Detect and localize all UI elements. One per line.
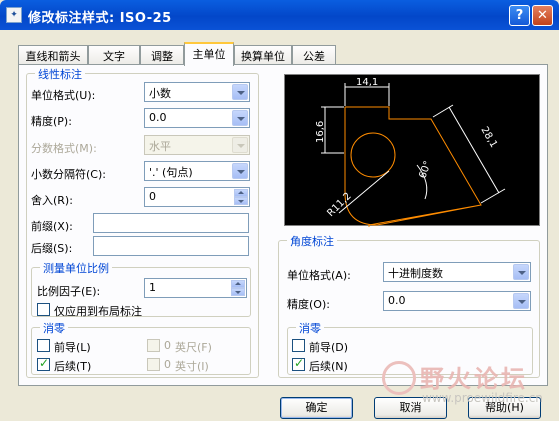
round-off-label: 舍入(R): — [31, 194, 73, 207]
ok-button[interactable]: 确定 — [280, 397, 353, 419]
linear-group-title: 线性标注 — [35, 66, 85, 82]
prefix-input[interactable] — [93, 213, 249, 233]
tab-text[interactable]: 文字 — [88, 45, 140, 65]
angular-precision-label: 精度(O): — [287, 298, 330, 311]
scale-group-title: 测量单位比例 — [40, 260, 112, 276]
spin-down-icon[interactable] — [231, 288, 245, 296]
tab-primary-units[interactable]: 主单位 — [184, 42, 234, 66]
zero-angular-title: 消零 — [296, 320, 324, 336]
app-icon: ✦ — [6, 7, 22, 23]
dim-left-text: 16,6 — [315, 121, 326, 143]
angular-unit-format-select[interactable]: 十进制度数 — [383, 262, 531, 282]
scale-factor-input[interactable]: 1 — [144, 278, 247, 298]
angular-group-title: 角度标注 — [287, 233, 337, 249]
prefix-label: 前缀(X): — [31, 220, 73, 233]
leading-zero-checkbox[interactable] — [37, 339, 50, 352]
fraction-format-select: 水平 — [144, 135, 250, 155]
chevron-down-icon[interactable] — [513, 293, 529, 309]
fraction-format-label: 分数格式(M): — [31, 142, 97, 155]
feet-checkbox — [147, 339, 160, 352]
spin-down-icon[interactable] — [234, 197, 248, 205]
dim-top-text: 14,1 — [356, 77, 378, 88]
tab-tolerances[interactable]: 公差 — [292, 45, 336, 65]
decimal-separator-label: 小数分隔符(C): — [31, 168, 106, 181]
feet-label: 英尺(F) — [175, 341, 212, 354]
dim-ext-line — [432, 104, 454, 118]
layout-only-checkbox[interactable] — [37, 303, 50, 316]
dim-ext-line — [480, 188, 506, 204]
dim-angle-text: 60° — [417, 160, 433, 180]
unit-format-select[interactable]: 小数 — [144, 82, 250, 102]
fraction-format-value: 水平 — [149, 140, 171, 153]
angular-unit-format-value: 十进制度数 — [388, 267, 443, 280]
round-off-input[interactable]: 0 — [144, 187, 250, 207]
precision-label: 精度(P): — [31, 115, 72, 128]
zero-linear-title: 消零 — [40, 320, 68, 336]
chevron-down-icon[interactable] — [513, 264, 529, 280]
close-button[interactable]: ✕ — [532, 5, 553, 26]
trailing-zero-checkbox[interactable] — [37, 356, 50, 371]
dim-radius-text: R11,2 — [325, 191, 353, 219]
decimal-separator-select[interactable]: '.' (句点) — [144, 161, 250, 181]
unit-format-label: 单位格式(U): — [31, 89, 96, 102]
inches-label: 英寸(I) — [175, 360, 209, 373]
dim-line — [448, 106, 500, 194]
tab-alternate-units[interactable]: 换算单位 — [234, 45, 292, 65]
angular-trailing-label: 后续(N) — [309, 360, 348, 373]
unit-format-value: 小数 — [149, 87, 171, 100]
help-title-button[interactable]: ? — [509, 5, 530, 26]
chevron-down-icon — [232, 137, 248, 153]
title-bar[interactable]: ✦ 修改标注样式: ISO-25 ? ✕ — [0, 0, 559, 30]
spin-up-icon[interactable] — [231, 280, 245, 288]
chevron-down-icon[interactable] — [232, 163, 248, 179]
chevron-down-icon[interactable] — [232, 84, 248, 100]
dim-slant-text: 28,1 — [478, 125, 499, 150]
spin-up-icon[interactable] — [234, 189, 248, 197]
trailing-zero-label: 后续(T) — [54, 360, 92, 373]
angular-leading-checkbox[interactable] — [292, 339, 305, 352]
scale-factor-label: 比例因子(E): — [37, 285, 101, 298]
inches-checkbox — [147, 358, 160, 371]
help-button[interactable]: 帮助(H) — [468, 397, 541, 419]
leading-zero-label: 前导(L) — [54, 341, 91, 354]
layout-only-label: 仅应用到布局标注 — [54, 305, 142, 318]
scale-factor-value: 1 — [149, 281, 156, 294]
hole-circle — [350, 132, 396, 178]
suffix-input[interactable] — [93, 236, 249, 256]
decimal-separator-value: '.' (句点) — [149, 166, 193, 179]
angular-leading-label: 前导(D) — [309, 341, 349, 354]
cancel-button[interactable]: 取消 — [374, 397, 447, 419]
part-outline — [344, 106, 482, 227]
angular-precision-select[interactable]: 0.0 — [383, 291, 531, 311]
tab-fit[interactable]: 调整 — [140, 45, 184, 65]
dimension-preview: 14,1 16,6 28,1 60° R11,2 — [284, 74, 540, 227]
angular-precision-value: 0.0 — [388, 294, 406, 307]
tab-lines-arrows[interactable]: 直线和箭头 — [18, 45, 88, 65]
precision-select[interactable]: 0.0 — [144, 108, 250, 128]
precision-value: 0.0 — [149, 111, 167, 124]
suffix-label: 后缀(S): — [31, 242, 73, 255]
inches-value: 0 — [164, 358, 171, 371]
angular-trailing-checkbox[interactable] — [292, 356, 305, 371]
chevron-down-icon[interactable] — [232, 110, 248, 126]
preview-drawing: 14,1 16,6 28,1 60° R11,2 — [315, 77, 506, 227]
feet-value: 0 — [164, 339, 171, 352]
window-title: 修改标注样式: ISO-25 — [28, 11, 172, 26]
round-off-value: 0 — [149, 190, 156, 203]
angular-unit-format-label: 单位格式(A): — [287, 269, 351, 282]
